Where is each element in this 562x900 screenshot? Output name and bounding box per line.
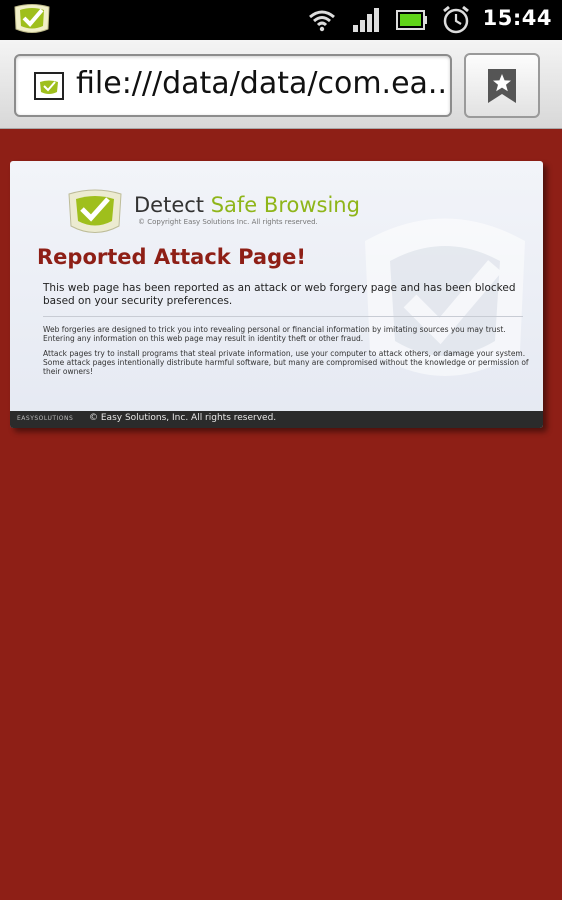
footer-copyright: © Easy Solutions, Inc. All rights reserv… [89,413,277,423]
page-favicon-icon [34,72,64,100]
wifi-icon [309,10,335,32]
signal-icon [353,8,379,32]
brand-name-prefix: Detect [134,193,205,217]
brand-copyright: © Copyright Easy Solutions Inc. All righ… [138,218,318,226]
lead-text: This web page has been reported as an at… [43,282,516,307]
bookmark-button[interactable] [464,53,540,118]
page-title: Reported Attack Page! [37,245,306,269]
bookmark-star-icon [488,69,516,103]
browser-toolbar: file:///data/data/com.ea... [0,40,562,129]
paragraph-attack: Attack pages try to install programs tha… [43,349,529,376]
status-bar: 15:44 [0,0,562,40]
url-field[interactable]: file:///data/data/com.ea... [14,54,452,117]
battery-icon [396,10,427,30]
brand-name-accent: Safe Browsing [210,193,360,217]
card-footer: EASYSOLUTIONS © Easy Solutions, Inc. All… [10,411,543,428]
brand-shield-logo [68,189,122,233]
clock: 15:44 [482,6,552,30]
alarm-icon [443,5,469,34]
paragraph-forgery: Web forgeries are designed to trick you … [43,325,506,343]
warning-card: Detect Safe Browsing © Copyright Easy So… [10,161,543,428]
url-text: file:///data/data/com.ea... [76,66,448,101]
app-check-icon [14,4,50,33]
footer-brand: EASYSOLUTIONS [17,415,74,422]
brand-name: Detect Safe Browsing [134,193,360,217]
divider [43,316,523,317]
